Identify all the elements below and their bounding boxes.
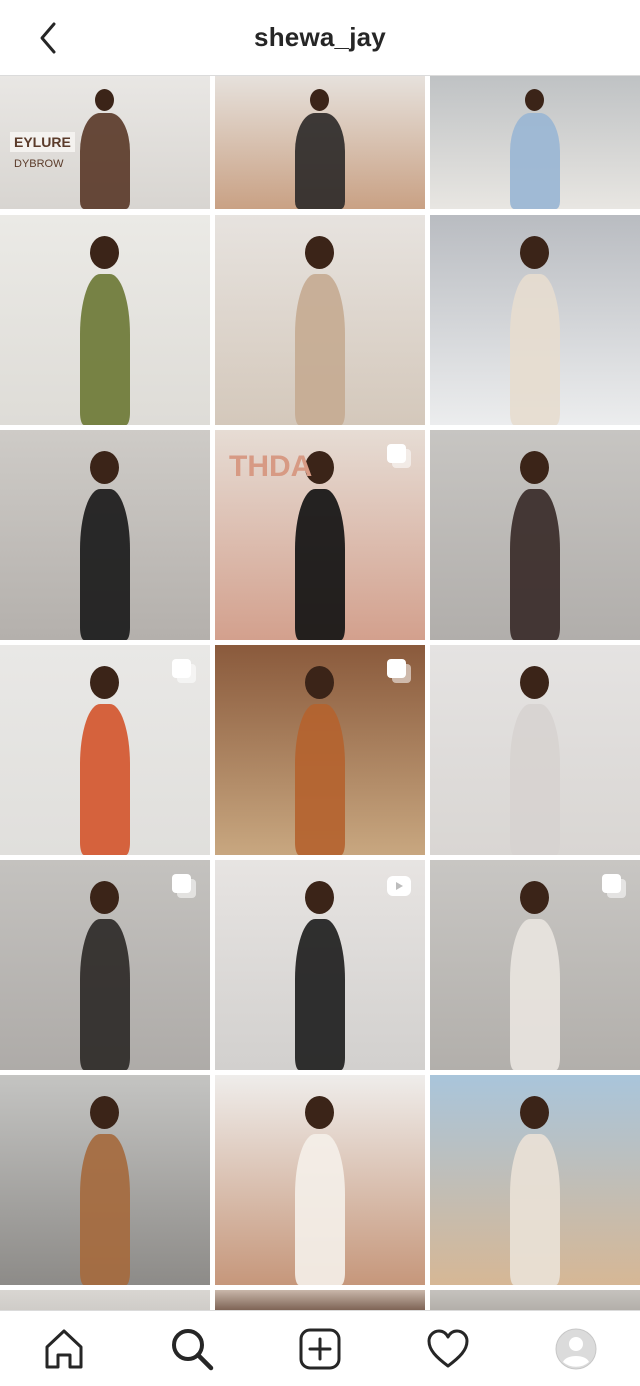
person-figure: [79, 1134, 131, 1285]
heart-icon: [424, 1325, 472, 1373]
search-icon: [168, 1325, 216, 1373]
person-figure: [79, 919, 131, 1070]
person-figure: [294, 274, 346, 425]
person-figure: [294, 704, 346, 855]
nav-create-button[interactable]: [296, 1325, 344, 1373]
post-thumbnail[interactable]: [430, 645, 640, 855]
post-image: [430, 1290, 640, 1310]
person-head: [305, 881, 334, 914]
person-figure: [79, 489, 131, 640]
person-head: [310, 89, 329, 111]
person-head: [90, 1096, 119, 1129]
post-thumbnail[interactable]: [430, 430, 640, 640]
nav-search-button[interactable]: [168, 1325, 216, 1373]
post-image: [215, 1290, 425, 1310]
person-head: [90, 881, 119, 914]
post-thumbnail[interactable]: [215, 860, 425, 1070]
person-head: [525, 89, 544, 111]
post-thumbnail[interactable]: [430, 1290, 640, 1310]
bottom-navigation-bar: [0, 1310, 640, 1386]
top-header: shewa_jay: [0, 0, 640, 76]
nav-home-button[interactable]: [40, 1325, 88, 1373]
post-thumbnail[interactable]: [215, 1290, 425, 1310]
post-thumbnail[interactable]: [430, 215, 640, 425]
post-thumbnail[interactable]: EYLURE DYBROW: [0, 76, 210, 209]
person-head: [520, 1096, 549, 1129]
post-thumbnail[interactable]: [0, 215, 210, 425]
person-head: [520, 236, 549, 269]
post-image-text: EYLURE: [10, 132, 75, 152]
person-head: [305, 236, 334, 269]
person-head: [520, 666, 549, 699]
person-figure: [79, 274, 131, 425]
posts-grid: EYLURE DYBROW THDA: [0, 76, 640, 1310]
person-figure: [509, 1134, 561, 1285]
person-figure: [509, 704, 561, 855]
post-thumbnail[interactable]: [0, 430, 210, 640]
post-thumbnail[interactable]: [215, 76, 425, 209]
post-thumbnail[interactable]: [0, 1075, 210, 1285]
person-head: [520, 451, 549, 484]
home-icon: [40, 1325, 88, 1373]
new-post-icon: [296, 1325, 344, 1373]
multiple-posts-icon: [600, 872, 628, 900]
person-head: [90, 451, 119, 484]
post-image-text: THDA: [229, 450, 313, 483]
person-figure: [509, 919, 561, 1070]
person-head: [90, 236, 119, 269]
person-figure: [294, 489, 346, 640]
person-head: [305, 666, 334, 699]
person-head: [305, 1096, 334, 1129]
multiple-posts-icon: [170, 872, 198, 900]
post-thumbnail[interactable]: [430, 860, 640, 1070]
person-figure: [509, 113, 561, 209]
person-figure: [294, 113, 346, 209]
person-head: [95, 89, 114, 111]
multiple-posts-icon: [385, 442, 413, 470]
reels-icon: [385, 872, 413, 900]
post-thumbnail[interactable]: [0, 1290, 210, 1310]
post-thumbnail[interactable]: [215, 645, 425, 855]
post-image-subtext: DYBROW: [14, 158, 64, 170]
post-thumbnail[interactable]: [0, 860, 210, 1070]
multiple-posts-icon: [170, 657, 198, 685]
nav-activity-button[interactable]: [424, 1325, 472, 1373]
person-figure: [509, 489, 561, 640]
person-figure: [294, 1134, 346, 1285]
nav-profile-button[interactable]: [552, 1325, 600, 1373]
person-head: [520, 881, 549, 914]
post-image: [0, 1290, 210, 1310]
profile-avatar-icon: [552, 1325, 600, 1373]
post-thumbnail[interactable]: [215, 215, 425, 425]
person-figure: [294, 919, 346, 1070]
post-thumbnail[interactable]: THDA: [215, 430, 425, 640]
person-figure: [509, 274, 561, 425]
post-thumbnail[interactable]: [215, 1075, 425, 1285]
post-thumbnail[interactable]: [430, 76, 640, 209]
post-thumbnail[interactable]: [0, 645, 210, 855]
post-thumbnail[interactable]: [430, 1075, 640, 1285]
person-head: [90, 666, 119, 699]
person-figure: [79, 704, 131, 855]
multiple-posts-icon: [385, 657, 413, 685]
person-figure: [79, 113, 131, 209]
profile-username-title: shewa_jay: [254, 22, 386, 52]
